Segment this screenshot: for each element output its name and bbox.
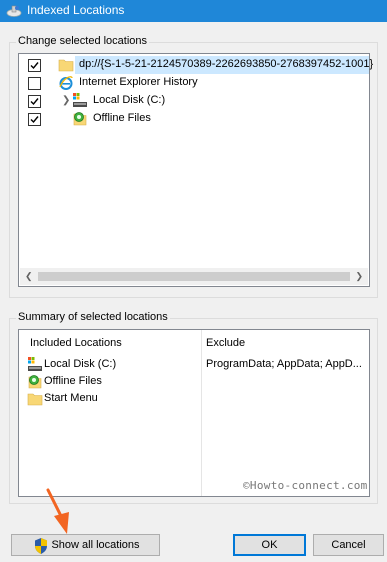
column-divider [201,330,202,496]
tree-item-local-disk[interactable]: ❯ Local Disk (C:) [19,92,369,110]
watermark-text: ©Howto-connect.com [243,479,368,492]
cancel-button[interactable]: Cancel [313,534,384,556]
change-selected-locations-label: Change selected locations [16,35,150,47]
scrollbar-thumb[interactable] [38,272,350,281]
summary-item-label: Offline Files [44,375,102,387]
offline-files-icon [73,112,87,126]
tree-item-checkbox[interactable] [28,59,41,72]
check-mark-icon [30,62,39,70]
offline-files-icon [28,375,42,389]
show-all-locations-label: Show all locations [51,539,140,551]
folder-icon [58,59,74,72]
check-mark-icon [30,116,39,124]
local-disk-icon [73,93,87,107]
title-bar[interactable]: Indexed Locations [0,0,387,22]
tree-item-internet-explorer-history[interactable]: Internet Explorer History [19,74,369,92]
cancel-label: Cancel [331,539,366,551]
tree-item-checkbox[interactable] [28,95,41,108]
tree-item-checkbox[interactable] [28,77,41,90]
tree-item-dp[interactable]: dp://{S-1-5-21-2124570389-2262693850-276… [19,56,373,74]
exclude-header: Exclude [206,337,246,349]
expand-chevron-icon[interactable]: ❯ [62,95,70,106]
annotation-arrow-icon [46,488,69,534]
tree-item-label: Offline Files [93,112,151,124]
summary-of-selected-locations-group: Summary of selected locations Included L… [9,311,378,504]
locations-tree[interactable]: dp://{S-1-5-21-2124570389-2262693850-276… [18,53,373,287]
change-selected-locations-group: Change selected locations dp://{S-1-5-21… [9,35,378,298]
indexing-options-icon [6,5,22,17]
horizontal-scrollbar[interactable]: ❮ ❯ [20,268,368,285]
internet-explorer-icon [59,76,73,90]
ok-button[interactable]: OK [233,534,306,556]
summary-label: Summary of selected locations [16,311,170,323]
summary-item-label: Local Disk (C:) [44,358,117,370]
local-disk-icon [28,357,42,371]
included-locations-header: Included Locations [30,337,122,349]
tree-item-offline-files[interactable]: Offline Files [19,110,369,128]
exclude-value: ProgramData; AppData; AppD... [206,358,362,370]
tree-item-label: Internet Explorer History [79,76,198,88]
show-all-locations-button[interactable]: Show all locations [11,534,160,556]
window-title: Indexed Locations [27,3,125,17]
scroll-left-icon[interactable]: ❮ [25,271,33,282]
uac-shield-icon [35,538,47,554]
check-mark-icon [30,98,39,106]
ok-label: OK [261,539,278,551]
tree-item-label: Local Disk (C:) [93,94,166,106]
tree-item-label: dp://{S-1-5-21-2124570389-2262693850-276… [79,58,374,70]
tree-item-checkbox[interactable] [28,113,41,126]
folder-icon [27,393,43,406]
summary-item-label: Start Menu [44,392,98,404]
summary-list[interactable]: Included Locations Exclude Local Disk (C… [18,329,370,497]
scroll-right-icon[interactable]: ❯ [355,271,363,282]
